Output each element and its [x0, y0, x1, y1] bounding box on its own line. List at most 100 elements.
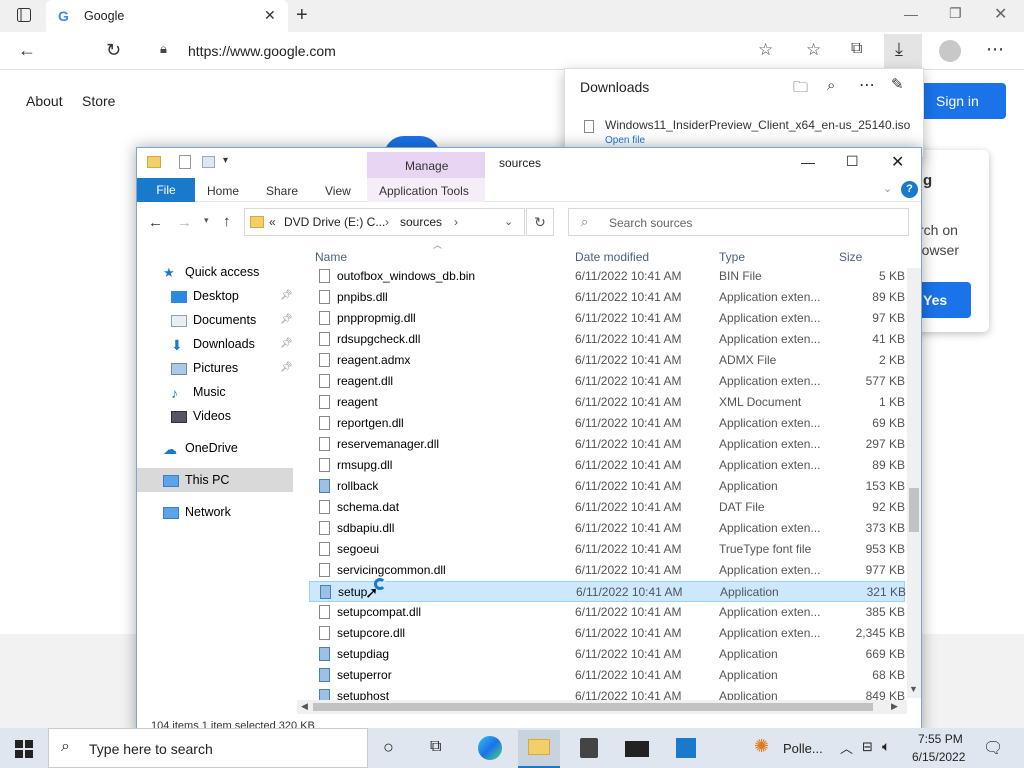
- address-bar[interactable]: 🔒︎ https://www.google.com ☆: [144, 35, 880, 67]
- forward-icon[interactable]: →: [177, 214, 192, 231]
- vertical-scrollbar[interactable]: ▼: [907, 268, 921, 698]
- app-icon[interactable]: [676, 738, 696, 758]
- file-row[interactable]: rdsupgcheck.dll 6/11/2022 10:41 AM Applica…: [309, 329, 905, 350]
- scroll-thumb[interactable]: [909, 488, 919, 532]
- breadcrumb-separator[interactable]: ›: [385, 215, 389, 229]
- clock-time[interactable]: 7:55 PM: [918, 732, 963, 746]
- windows-start-icon[interactable]: [15, 740, 33, 758]
- nav-item-pictures[interactable]: Pictures 📌︎: [137, 356, 293, 380]
- chevron-down-icon[interactable]: ⌄: [504, 215, 513, 228]
- cortana-icon[interactable]: ○: [383, 737, 394, 758]
- up-icon[interactable]: ↑: [223, 213, 231, 230]
- breadcrumb-separator[interactable]: ›: [454, 215, 458, 229]
- manage-context-tab[interactable]: Manage: [367, 152, 485, 178]
- settings-more-icon[interactable]: ⋯: [986, 39, 1004, 60]
- file-row[interactable]: servicingcommon.dll 6/11/2022 10:41 AM App…: [309, 560, 905, 581]
- about-link[interactable]: About: [26, 93, 63, 109]
- home-tab[interactable]: Home: [207, 184, 239, 198]
- nav-item-documents[interactable]: Documents 📌︎: [137, 308, 293, 332]
- pin-icon[interactable]: ✎: [891, 75, 904, 93]
- file-row[interactable]: reportgen.dll 6/11/2022 10:41 AM Applicati…: [309, 413, 905, 434]
- nav-item-quick-access[interactable]: ★ Quick access: [137, 260, 293, 284]
- weather-text[interactable]: Polle...: [783, 741, 823, 756]
- maximize-icon[interactable]: ☐: [846, 153, 859, 170]
- file-row[interactable]: outofbox_windows_db.bin 6/11/2022 10:41 A…: [309, 266, 905, 287]
- weather-icon[interactable]: ✺: [754, 736, 769, 757]
- expand-ribbon-icon[interactable]: ⌄: [883, 182, 892, 195]
- column-type[interactable]: Type: [719, 246, 745, 268]
- profile-avatar[interactable]: [939, 40, 961, 62]
- nav-item-desktop[interactable]: Desktop 📌︎: [137, 284, 293, 308]
- file-row[interactable]: segoeui 6/11/2022 10:41 AM TrueType font f…: [309, 539, 905, 560]
- new-tab-icon[interactable]: +: [296, 4, 308, 27]
- properties-icon[interactable]: [179, 155, 191, 169]
- file-row[interactable]: reservemanager.dll 6/11/2022 10:41 AM Appl…: [309, 434, 905, 455]
- column-date-modified[interactable]: Date modified: [575, 246, 649, 268]
- file-row[interactable]: schema.dat 6/11/2022 10:41 AM DAT File 92 K…: [309, 497, 905, 518]
- customize-qat-icon[interactable]: ▾: [223, 155, 228, 166]
- nav-item-this-pc[interactable]: This PC: [137, 468, 293, 492]
- file-row[interactable]: setupcompat.dll 6/11/2022 10:41 AM Applica…: [309, 602, 905, 623]
- horizontal-scrollbar[interactable]: ◀ ▶: [297, 700, 907, 714]
- nav-item-videos[interactable]: Videos: [137, 404, 293, 428]
- file-row[interactable]: setup 6/11/2022 10:41 AM Application 321 KB: [309, 581, 906, 602]
- edge-icon[interactable]: [478, 736, 502, 760]
- back-icon[interactable]: ←: [148, 214, 163, 231]
- downloads-button[interactable]: ⤓: [884, 34, 922, 68]
- file-row[interactable]: pnpibs.dll 6/11/2022 10:41 AM Application …: [309, 287, 905, 308]
- minimize-icon[interactable]: —: [801, 154, 815, 170]
- file-explorer-taskbar-button[interactable]: [518, 730, 560, 768]
- download-file-name[interactable]: Windows11_InsiderPreview_Client_x64_en-u…: [605, 118, 910, 132]
- file-row[interactable]: sdbapiu.dll 6/11/2022 10:41 AM Application…: [309, 518, 905, 539]
- address-breadcrumb[interactable]: « DVD Drive (E:) C... › sources › ⌄: [244, 208, 525, 236]
- recent-locations-icon[interactable]: ▾: [204, 215, 209, 226]
- file-tab[interactable]: File: [137, 178, 195, 202]
- task-view-icon[interactable]: ⧉: [430, 738, 441, 756]
- scroll-right-icon[interactable]: ▶: [891, 701, 898, 712]
- file-row[interactable]: rmsupg.dll 6/11/2022 10:41 AM Application …: [309, 455, 905, 476]
- minimize-icon[interactable]: —: [904, 6, 918, 22]
- close-tab-icon[interactable]: ✕: [264, 7, 276, 24]
- column-size[interactable]: Size: [839, 246, 862, 268]
- breadcrumb-drive[interactable]: DVD Drive (E:) C...: [284, 215, 385, 229]
- refresh-icon[interactable]: ↻: [106, 40, 121, 61]
- scroll-left-icon[interactable]: ◀: [301, 701, 308, 712]
- nav-item-music[interactable]: ♪ Music: [137, 380, 293, 404]
- browser-tab-google[interactable]: G Google ✕: [46, 0, 288, 32]
- open-file-link[interactable]: Open file: [605, 135, 645, 146]
- application-tools-tab[interactable]: Application Tools: [367, 178, 485, 202]
- new-folder-icon[interactable]: [202, 156, 215, 168]
- nav-item-network[interactable]: Network: [137, 500, 293, 524]
- mail-icon[interactable]: [625, 741, 649, 757]
- pin-icon[interactable]: 📌︎: [280, 332, 293, 356]
- pin-icon[interactable]: 📌︎: [280, 284, 293, 308]
- pin-icon[interactable]: 📌︎: [280, 356, 293, 380]
- file-row[interactable]: setupcore.dll 6/11/2022 10:41 AM Applicati…: [309, 623, 905, 644]
- breadcrumb-overflow[interactable]: «: [269, 215, 276, 229]
- file-row[interactable]: setupdiag 6/11/2022 10:41 AM Application 66…: [309, 644, 905, 665]
- help-icon[interactable]: ?: [901, 181, 918, 198]
- column-name[interactable]: Name: [315, 246, 347, 268]
- search-box[interactable]: ⌕ Search sources: [568, 208, 909, 236]
- file-row[interactable]: reagent.admx 6/11/2022 10:41 AM ADMX File 2…: [309, 350, 905, 371]
- scroll-down-icon[interactable]: ▼: [909, 684, 918, 694]
- notifications-icon[interactable]: 🗨︎: [983, 738, 1003, 758]
- more-options-icon[interactable]: ⋯: [859, 75, 875, 95]
- network-icon[interactable]: ⊟: [862, 739, 873, 755]
- share-tab[interactable]: Share: [266, 184, 298, 198]
- view-tab[interactable]: View: [325, 184, 351, 198]
- favorites-icon[interactable]: ☆: [806, 40, 821, 60]
- restore-icon[interactable]: ❐: [949, 5, 962, 22]
- nav-item-downloads[interactable]: ⬇ Downloads 📌︎: [137, 332, 293, 356]
- add-favorite-icon[interactable]: ☆: [758, 40, 773, 60]
- pin-icon[interactable]: 📌︎: [280, 308, 293, 332]
- volume-icon[interactable]: 🔈︎: [882, 738, 890, 755]
- file-row[interactable]: rollback 6/11/2022 10:41 AM Application 153…: [309, 476, 905, 497]
- file-row[interactable]: setuperror 6/11/2022 10:41 AM Application 6…: [309, 665, 905, 686]
- close-icon[interactable]: ✕: [891, 152, 904, 172]
- file-row[interactable]: pnppropmig.dll 6/11/2022 10:41 AM Applicat…: [309, 308, 905, 329]
- collections-icon[interactable]: ⧉: [851, 40, 862, 58]
- tab-actions-icon[interactable]: [14, 7, 34, 25]
- sign-in-button[interactable]: Sign in: [910, 83, 1006, 119]
- breadcrumb-sources[interactable]: sources: [400, 215, 442, 229]
